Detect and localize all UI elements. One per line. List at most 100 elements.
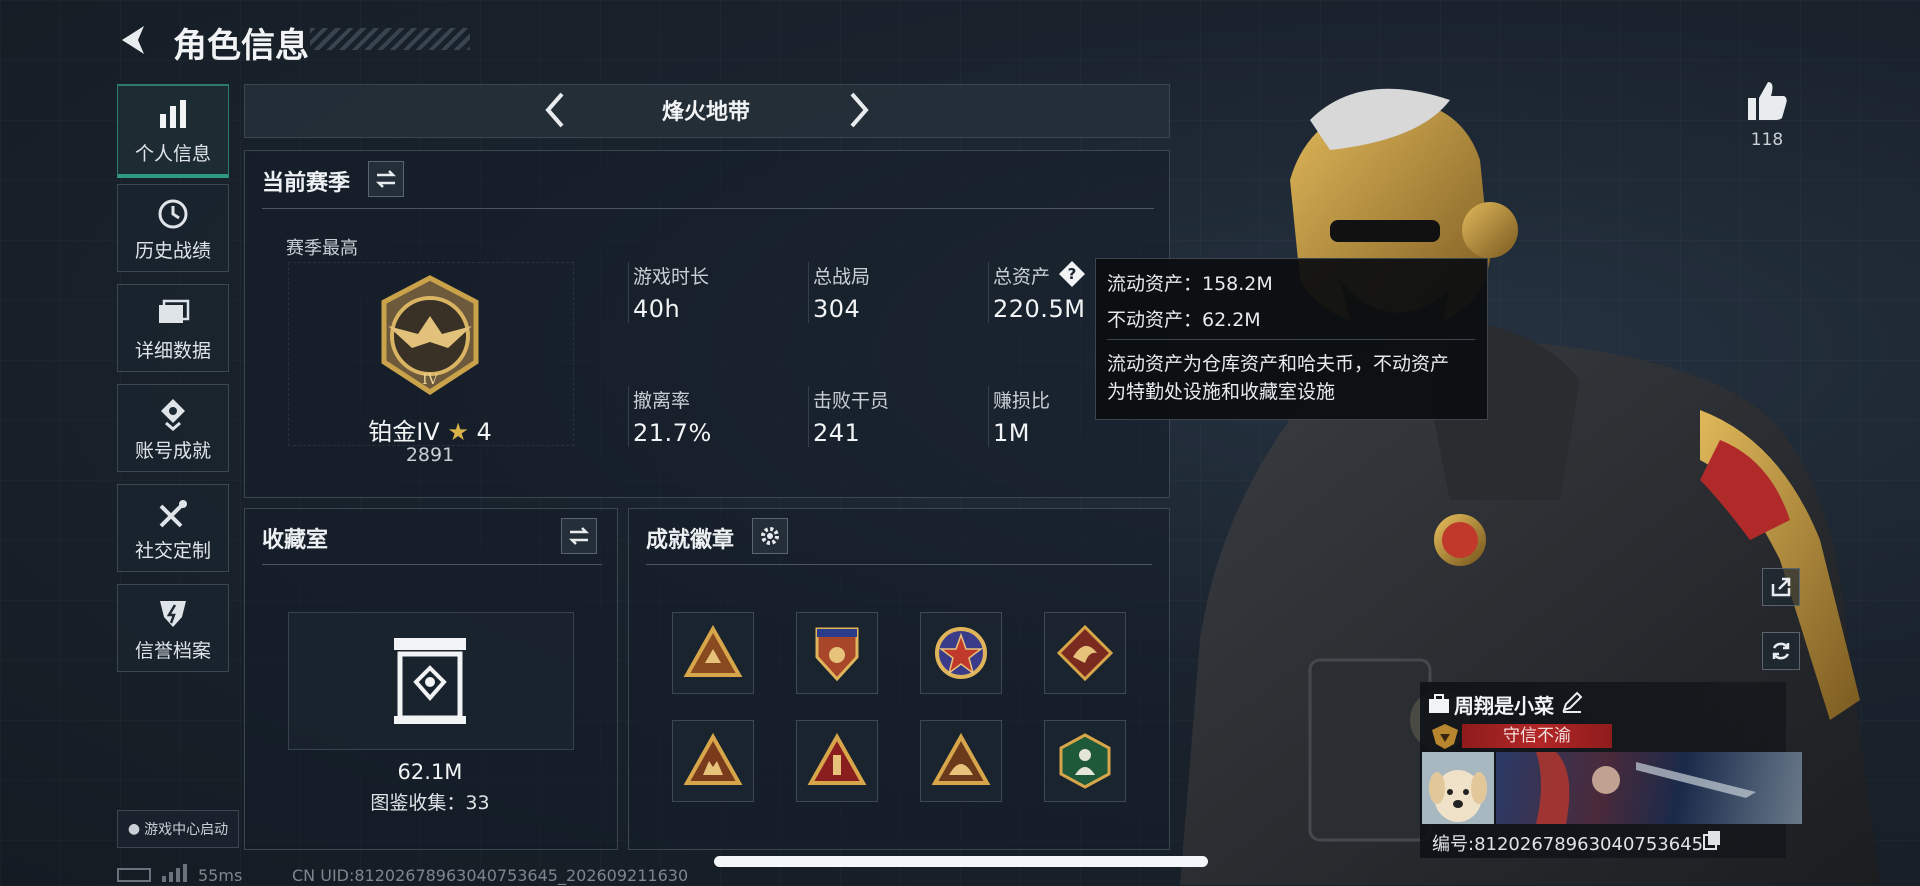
nav-reputation[interactable]: 信誉档案 bbox=[117, 584, 229, 672]
back-arrow-icon bbox=[122, 26, 144, 54]
season-highest-label: 赛季最高 bbox=[286, 238, 358, 259]
vault-icon bbox=[392, 636, 468, 726]
nav-item-label: 社交定制 bbox=[134, 540, 211, 562]
stat-label: 游戏时长 bbox=[633, 266, 710, 288]
pencil-icon bbox=[1562, 691, 1583, 713]
collection-switch-button[interactable] bbox=[561, 518, 597, 554]
game-center-button[interactable]: ● 游戏中心启动 bbox=[117, 810, 239, 848]
reputation-icon bbox=[1430, 722, 1460, 750]
badge-item[interactable] bbox=[796, 612, 878, 694]
title-stripes bbox=[310, 28, 470, 50]
uid-label: CN UID:81202678963040753645_202609211630 bbox=[292, 866, 689, 885]
home-indicator bbox=[714, 856, 1208, 867]
nav-history[interactable]: 历史战绩 bbox=[117, 184, 229, 272]
tools-icon bbox=[159, 500, 187, 528]
stat-value: 21.7% bbox=[633, 419, 712, 447]
stat-operators-defeated: 击败干员 241 bbox=[808, 386, 983, 447]
dog-avatar-icon bbox=[1422, 752, 1494, 824]
badges-divider bbox=[646, 564, 1152, 565]
triangle-badge-icon bbox=[807, 732, 867, 785]
stat-value: 1M bbox=[993, 419, 1030, 447]
nav-personal-info[interactable]: 个人信息 bbox=[117, 84, 229, 178]
star-badge-icon bbox=[935, 627, 987, 679]
reputation-badge: 守信不渝 bbox=[1462, 724, 1612, 748]
game-center-label: 游戏中心启动 bbox=[144, 822, 229, 838]
badges-title: 成就徽章 bbox=[646, 528, 735, 553]
svg-text:?: ? bbox=[1068, 265, 1077, 283]
star-icon: ★ bbox=[447, 418, 469, 446]
bar-chart-icon bbox=[160, 100, 186, 128]
stat-value: 40h bbox=[633, 295, 681, 323]
badge-item[interactable] bbox=[920, 720, 1002, 802]
mode-next-button[interactable] bbox=[842, 88, 876, 132]
dragon-badge-icon bbox=[1056, 624, 1114, 682]
triangle-badge-icon bbox=[683, 624, 743, 677]
copy-icon bbox=[1703, 831, 1720, 850]
copy-id-button[interactable] bbox=[1702, 830, 1722, 850]
clock-icon bbox=[158, 199, 188, 229]
swap-icon bbox=[375, 170, 397, 188]
folder-icon bbox=[159, 299, 190, 323]
question-icon: ? bbox=[1059, 261, 1085, 287]
swap-icon bbox=[568, 527, 590, 545]
season-switch-button[interactable] bbox=[368, 161, 404, 197]
rank-name: 铂金IV bbox=[368, 418, 440, 446]
nav-detail-data[interactable]: 详细数据 bbox=[117, 284, 229, 372]
nav-achievements[interactable]: 账号成就 bbox=[117, 384, 229, 472]
rank-emblem: IV bbox=[366, 272, 494, 400]
tooltip-explain-2: 为特勤处设施和收藏室设施 bbox=[1107, 381, 1336, 403]
badge-item[interactable] bbox=[1044, 612, 1126, 694]
shield-badge-icon bbox=[815, 627, 859, 682]
season-title: 当前赛季 bbox=[262, 171, 351, 196]
tooltip-divider bbox=[1107, 339, 1475, 340]
page-title: 角色信息 bbox=[173, 26, 309, 66]
triangle-badge-icon bbox=[683, 732, 743, 785]
nav-item-label: 账号成就 bbox=[134, 440, 211, 462]
share-icon bbox=[1771, 577, 1791, 597]
badge-item[interactable] bbox=[672, 720, 754, 802]
badge-item[interactable] bbox=[796, 720, 878, 802]
battery-icon bbox=[117, 868, 151, 882]
profile-banner bbox=[1496, 752, 1802, 824]
reputation-label: 守信不渝 bbox=[1503, 726, 1571, 746]
mode-label: 烽火地带 bbox=[661, 100, 750, 125]
hexagon-badge-icon bbox=[1059, 733, 1111, 789]
tooltip-fixed-assets: 不动资产：62.2M bbox=[1107, 309, 1261, 331]
tooltip-liquid-assets: 流动资产：158.2M bbox=[1107, 273, 1273, 295]
badge-item[interactable] bbox=[672, 612, 754, 694]
signal-icon bbox=[160, 864, 188, 882]
refresh-icon bbox=[1772, 642, 1790, 660]
collection-divider bbox=[262, 564, 602, 565]
player-name: 周翔是小菜 bbox=[1454, 694, 1554, 718]
nav-item-label: 历史战绩 bbox=[134, 240, 211, 262]
stat-value: 241 bbox=[813, 419, 861, 447]
stat-label: 击败干员 bbox=[813, 390, 890, 412]
like-button[interactable] bbox=[1744, 78, 1790, 124]
stat-extraction-rate: 撤离率 21.7% bbox=[628, 386, 803, 447]
mode-prev-button[interactable] bbox=[538, 88, 572, 132]
back-button[interactable] bbox=[116, 22, 152, 58]
ping-label: 55ms bbox=[198, 866, 243, 885]
collection-value: 62.1M bbox=[397, 760, 463, 784]
nav-item-label: 信誉档案 bbox=[134, 640, 211, 662]
collection-catalog: 图鉴收集：33 bbox=[370, 792, 490, 814]
tooltip-explain-1: 流动资产为仓库资产和哈夫币，不动资产 bbox=[1107, 353, 1450, 375]
badges-settings-button[interactable] bbox=[752, 518, 788, 554]
rank-name-row: 铂金IV ★ 4 bbox=[300, 412, 560, 447]
edit-name-button[interactable] bbox=[1560, 690, 1584, 714]
like-count: 118 bbox=[1750, 130, 1784, 150]
stat-play-time: 游戏时长 40h bbox=[628, 262, 803, 323]
nav-item-label: 个人信息 bbox=[134, 143, 211, 165]
share-button[interactable] bbox=[1762, 568, 1800, 606]
help-button[interactable]: ? bbox=[1058, 260, 1086, 288]
avatar[interactable] bbox=[1422, 752, 1494, 824]
triangle-badge-icon bbox=[931, 732, 991, 785]
stat-label: 总战局 bbox=[813, 266, 871, 288]
badge-item[interactable] bbox=[920, 612, 1002, 694]
rank-stars: 4 bbox=[476, 418, 492, 446]
nav-social[interactable]: 社交定制 bbox=[117, 484, 229, 572]
thumbs-up-icon bbox=[1748, 82, 1787, 120]
chevron-right-icon bbox=[850, 92, 869, 128]
badge-item[interactable] bbox=[1044, 720, 1126, 802]
refresh-button[interactable] bbox=[1762, 632, 1800, 670]
